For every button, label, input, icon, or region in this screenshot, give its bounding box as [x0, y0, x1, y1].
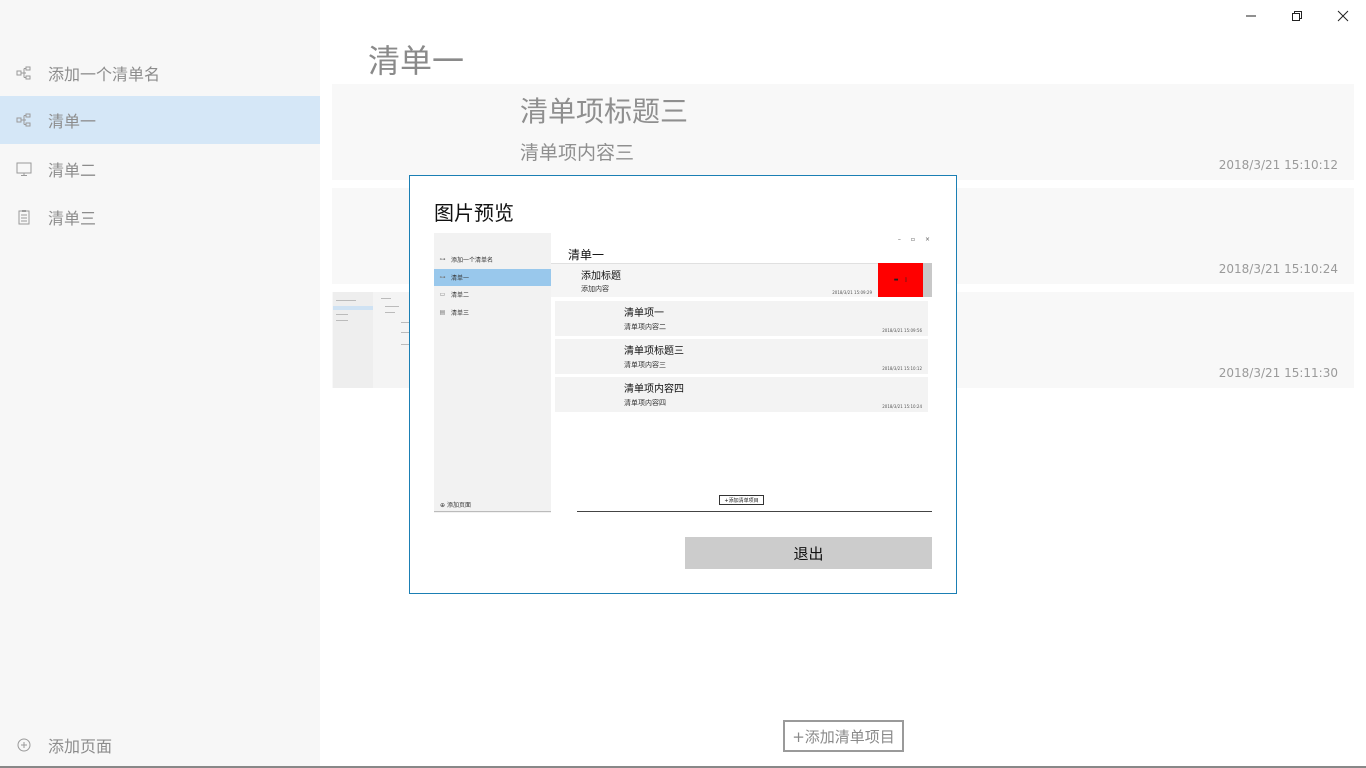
sidebar-item-list-one[interactable]: 清单一	[0, 96, 320, 144]
add-page-button[interactable]: 添加页面	[0, 721, 320, 768]
card-thumbnail-image	[333, 292, 409, 388]
thumbnail-line	[401, 322, 409, 323]
preview-sidebar-label: 清单一	[451, 275, 470, 282]
minimize-button[interactable]	[1228, 0, 1274, 32]
preview-item-content: 清单项内容四	[624, 399, 666, 407]
preview-sidebar-label: 清单二	[451, 292, 470, 299]
preview-item-date: 2018/3/21 15:10:24	[882, 404, 922, 409]
preview-item-title: 清单项标题三	[624, 346, 684, 357]
preview-swipe-actions: ▬ ▯	[878, 263, 923, 297]
thumbnail-line	[401, 332, 409, 333]
hierarchy-icon: ⊶	[439, 274, 446, 281]
sidebar-item-add-list[interactable]: 添加一个清单名	[0, 49, 320, 97]
plus-circle-icon: ⊕	[440, 502, 446, 509]
thumbnail-line	[401, 344, 409, 345]
hierarchy-icon	[16, 112, 32, 128]
page-title: 清单一	[368, 42, 465, 80]
sidebar-item-label: 清单二	[48, 161, 97, 180]
preview-new-item-content: 添加内容	[581, 285, 609, 293]
hierarchy-icon	[16, 65, 32, 81]
thumbnail-selected-row	[333, 306, 373, 310]
preview-item-content: 清单项内容三	[624, 361, 666, 369]
preview-new-item: 添加标题 添加内容 2018/3/21 15:09:29	[551, 263, 932, 297]
preview-sidebar-item: ⊶ 清单一	[434, 269, 551, 286]
preview-add-page: ⊕ 添加页面	[440, 500, 471, 509]
sidebar-item-label: 添加一个清单名	[48, 65, 161, 84]
card-date: 2018/3/21 15:10:24	[1218, 262, 1338, 276]
exit-button[interactable]: 退出	[685, 537, 932, 569]
preview-list-item: 清单项标题三 清单项内容三 2018/3/21 15:10:12	[555, 339, 928, 374]
sidebar: 添加一个清单名 清单一 清单二 清单三 添加页面	[0, 0, 320, 768]
preview-item-date: 2018/3/21 15:09:56	[882, 328, 922, 333]
sidebar-item-list-three[interactable]: 清单三	[0, 193, 320, 241]
card-date: 2018/3/21 15:11:30	[1218, 366, 1338, 380]
card-date: 2018/3/21 15:10:12	[1218, 158, 1338, 172]
thumbnail-line	[336, 300, 356, 301]
add-page-label: 添加页面	[48, 737, 113, 756]
preview-divider	[577, 511, 932, 512]
restore-icon	[1292, 11, 1302, 21]
preview-sidebar-item: ⊶ 添加一个清单名	[434, 251, 551, 268]
preview-add-page-label: 添加页面	[446, 502, 471, 509]
hierarchy-icon: ⊶	[439, 256, 446, 263]
card-title: 清单项标题三	[520, 95, 689, 128]
clipboard-icon	[16, 209, 32, 225]
dialog-title: 图片预览	[434, 201, 514, 225]
preview-new-item-title: 添加标题	[581, 271, 621, 282]
monitor-icon: ▭	[439, 291, 446, 298]
preview-item-title: 清单项内容四	[624, 384, 684, 395]
monitor-icon	[16, 161, 32, 177]
minimize-icon	[1246, 15, 1256, 17]
preview-window-controls: – ▫ ×	[898, 236, 930, 243]
preview-add-item-button: +添加清单项目	[719, 495, 764, 505]
restore-button[interactable]	[1274, 0, 1320, 32]
restore-icon: ▫	[910, 236, 915, 243]
clipboard-icon: ▤	[439, 309, 446, 316]
thumbnail-line	[385, 312, 395, 313]
plus-circle-icon	[16, 737, 32, 753]
close-button[interactable]	[1320, 0, 1366, 32]
edit-icon: ▬	[893, 277, 899, 283]
preview-sidebar-item: ▭ 清单二	[434, 286, 551, 303]
preview-image: ⊶ 添加一个清单名 ⊶ 清单一 ▭ 清单二 ▤ 清单三 ⊕ 添加页面 – ▫ ×…	[434, 233, 932, 513]
close-icon: ×	[924, 236, 930, 243]
list-item-card[interactable]: 清单项标题三 清单项内容三 2018/3/21 15:10:12	[332, 84, 1354, 180]
preview-divider	[434, 511, 551, 512]
thumbnail-line	[336, 320, 348, 321]
preview-sidebar-label: 添加一个清单名	[451, 257, 494, 264]
preview-page-title: 清单一	[568, 248, 605, 262]
preview-new-item-date: 2018/3/21 15:09:29	[832, 290, 872, 295]
minimize-icon: –	[897, 236, 901, 243]
preview-scrollbar	[923, 263, 932, 297]
sidebar-item-list-two[interactable]: 清单二	[0, 145, 320, 193]
add-list-item-button[interactable]: +添加清单项目	[783, 720, 904, 752]
preview-sidebar-label: 清单三	[451, 310, 470, 317]
image-preview-dialog: 图片预览 ⊶ 添加一个清单名 ⊶ 清单一 ▭ 清单二 ▤ 清单三 ⊕ 添加页面 …	[409, 175, 957, 594]
preview-item-title: 清单项一	[624, 308, 664, 319]
preview-item-date: 2018/3/21 15:10:12	[882, 366, 922, 371]
sidebar-item-label: 清单一	[48, 112, 97, 131]
thumbnail-line	[336, 314, 348, 315]
close-icon	[1337, 10, 1349, 22]
preview-list-item: 清单项内容四 清单项内容四 2018/3/21 15:10:24	[555, 377, 928, 412]
preview-sidebar-item: ▤ 清单三	[434, 304, 551, 321]
card-content: 清单项内容三	[520, 142, 635, 164]
preview-list-item: 清单项一 清单项内容二 2018/3/21 15:09:56	[555, 301, 928, 336]
thumbnail-line	[381, 298, 391, 299]
preview-item-content: 清单项内容二	[624, 323, 666, 331]
delete-icon: ▯	[904, 277, 908, 283]
thumbnail-line	[385, 306, 399, 307]
sidebar-item-label: 清单三	[48, 209, 97, 228]
window-controls	[1228, 0, 1366, 32]
